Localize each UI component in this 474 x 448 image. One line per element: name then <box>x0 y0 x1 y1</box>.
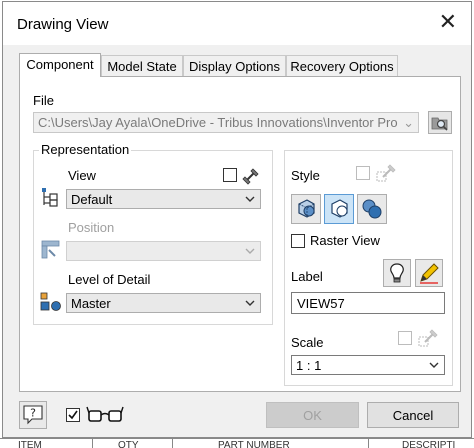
chevron-down-icon <box>245 248 255 254</box>
parts-list-divider <box>172 439 173 448</box>
parts-list-divider <box>368 439 369 448</box>
background-parts-list: ITEM QTY PART NUMBER DESCRIPTI <box>0 438 474 448</box>
parts-list-divider <box>92 439 93 448</box>
associative-link-icon <box>242 168 259 185</box>
raster-view-label: Raster View <box>310 233 380 248</box>
preview-glasses-icon <box>86 406 124 422</box>
folder-search-icon <box>431 117 448 131</box>
positional-rep-icon <box>41 240 60 259</box>
label-visibility-button[interactable] <box>383 259 411 287</box>
light-bulb-icon <box>390 263 404 283</box>
style-label: Style <box>291 168 320 183</box>
ok-button[interactable]: OK <box>266 402 359 428</box>
view-label: View <box>68 168 96 183</box>
parts-list-header-part-number: PART NUMBER <box>218 440 290 448</box>
dialog-title: Drawing View <box>17 16 109 33</box>
chevron-down-icon: ⌄ <box>403 115 414 130</box>
component-tab-panel: File C:\Users\Jay Ayala\OneDrive - Tribu… <box>19 76 461 392</box>
scale-from-base-icon <box>418 329 438 347</box>
edit-label-button[interactable] <box>415 259 443 287</box>
chevron-down-icon <box>429 362 439 368</box>
raster-view-checkbox[interactable] <box>291 234 305 248</box>
help-icon: ? <box>23 405 43 425</box>
drawing-view-dialog: Drawing View ✕ Component Model State Dis… <box>2 1 472 438</box>
shaded-style-icon <box>362 199 382 219</box>
level-of-detail-label: Level of Detail <box>68 272 151 287</box>
scale-label: Scale <box>291 335 324 350</box>
scale-combobox[interactable]: 1 : 1 <box>291 355 445 375</box>
preview-checkbox[interactable] <box>66 408 80 422</box>
view-label-input[interactable]: VIEW57 <box>291 292 445 314</box>
level-of-detail-value: Master <box>71 296 111 311</box>
chevron-down-icon <box>245 300 255 306</box>
scale-associative-checkbox[interactable] <box>398 331 412 345</box>
view-dropdown-value: Default <box>71 192 113 207</box>
tab-component[interactable]: Component <box>19 53 101 77</box>
position-label: Position <box>68 220 115 235</box>
representation-group-label: Representation <box>39 142 132 157</box>
level-of-detail-icon <box>40 292 61 311</box>
file-label: File <box>33 93 54 108</box>
position-dropdown[interactable] <box>66 241 261 261</box>
cancel-button[interactable]: Cancel <box>367 402 459 428</box>
help-button[interactable]: ? <box>19 401 47 429</box>
tab-recovery-options[interactable]: Recovery Options <box>286 55 398 76</box>
style-hidden-line-removed-button[interactable] <box>324 194 354 224</box>
tab-model-state[interactable]: Model State <box>101 55 183 76</box>
level-of-detail-dropdown[interactable]: Master <box>66 293 261 313</box>
parts-list-header-item: ITEM <box>18 440 42 448</box>
hidden-line-style-icon <box>298 199 315 218</box>
style-hidden-line-button[interactable] <box>291 194 321 224</box>
view-label-caption: Label <box>291 269 323 284</box>
parts-list-header-description: DESCRIPTI <box>402 440 456 448</box>
view-dropdown[interactable]: Default <box>66 189 261 209</box>
svg-text:?: ? <box>30 407 36 420</box>
style-shaded-button[interactable] <box>357 194 387 224</box>
tab-display-options[interactable]: Display Options <box>183 55 286 76</box>
scale-value: 1 : 1 <box>296 358 322 373</box>
chevron-down-icon <box>245 196 255 202</box>
file-path-field: C:\Users\Jay Ayala\OneDrive - Tribus Inn… <box>33 112 419 133</box>
hidden-line-removed-style-icon <box>331 199 348 218</box>
close-icon[interactable]: ✕ <box>439 10 457 36</box>
style-from-base-icon <box>376 164 396 182</box>
view-associative-checkbox[interactable] <box>223 168 237 182</box>
file-path-text: C:\Users\Jay Ayala\OneDrive - Tribus Inn… <box>38 115 398 130</box>
browse-button[interactable] <box>428 111 452 134</box>
design-view-icon <box>42 188 58 207</box>
parts-list-header-qty: QTY <box>118 440 139 448</box>
title-bar: Drawing View ✕ <box>3 2 471 45</box>
checkmark-icon <box>68 410 78 420</box>
style-associative-checkbox[interactable] <box>356 166 370 180</box>
pencil-icon <box>420 263 439 284</box>
